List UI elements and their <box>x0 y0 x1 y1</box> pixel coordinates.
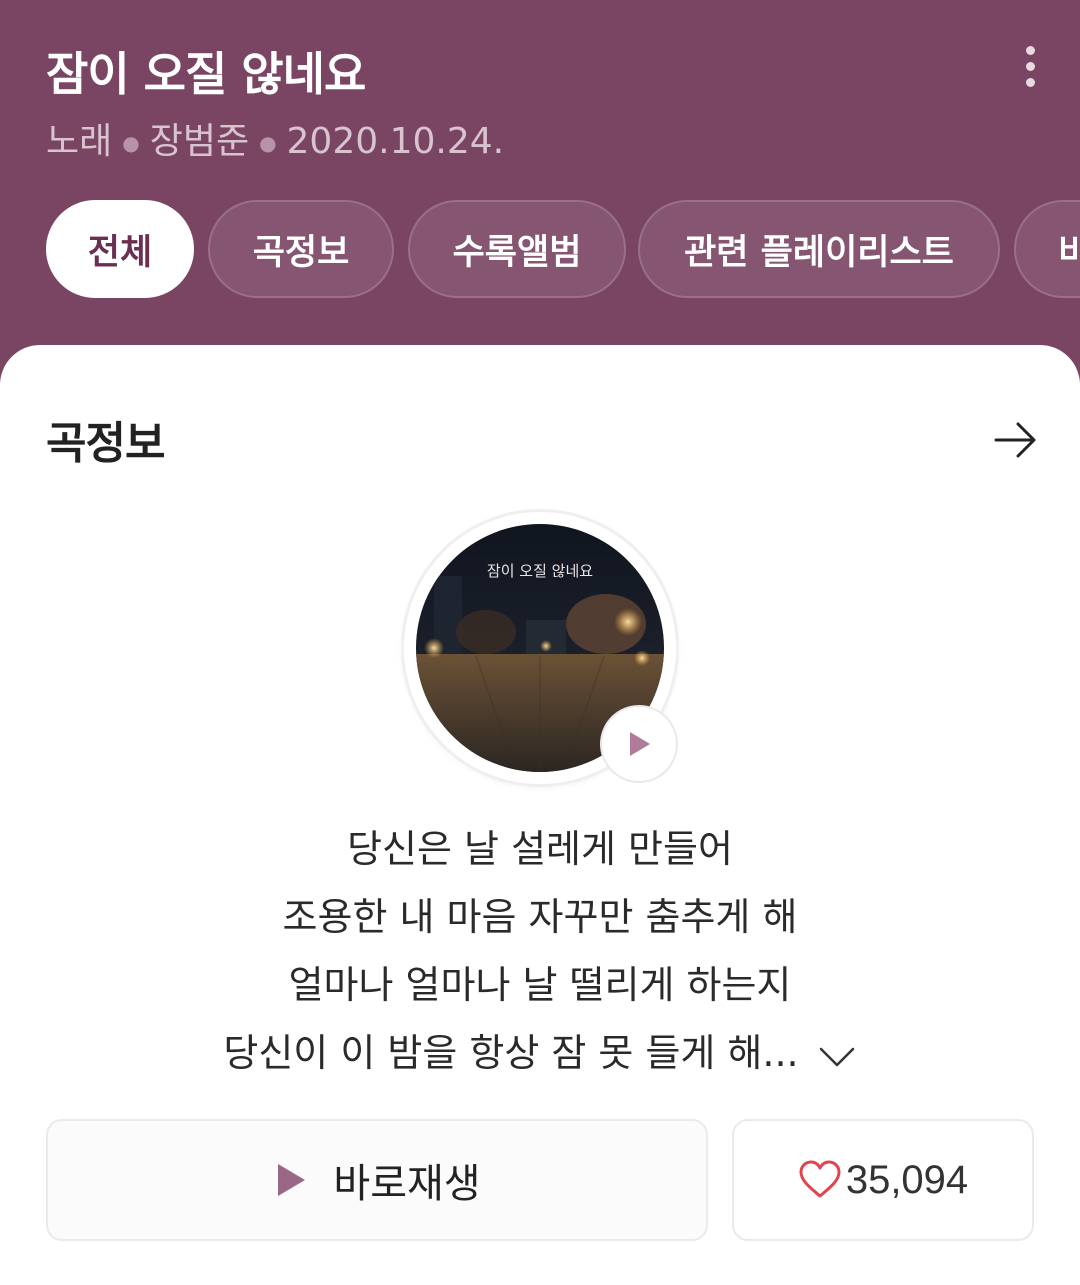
tab-related-playlist[interactable]: 관련 플레이리스트 <box>638 200 1000 298</box>
lyric-line: 당신은 날 설레게 만들어 <box>347 827 733 871</box>
song-header: 잠이 오질 않네요 노래 ● 장범준 ● 2020.10.24. 전체 곡정보 수록앨범… <box>0 0 1080 360</box>
tab-song-info[interactable]: 곡정보 <box>208 200 394 298</box>
like-button[interactable]: 35,094 <box>732 1119 1034 1241</box>
tab-all[interactable]: 전체 <box>46 200 194 298</box>
arrow-right-icon[interactable] <box>990 415 1040 465</box>
lyrics-preview: 당신은 날 설레게 만들어 조용한 내 마음 자꾸만 춤추게 해 얼마나 얼마나… <box>0 815 1080 1087</box>
heart-icon <box>799 1160 841 1198</box>
play-now-label: 바로재생 <box>333 1161 481 1207</box>
release-date: 2020.10.24. <box>286 121 505 162</box>
like-count: 35,094 <box>845 1157 969 1202</box>
song-title: 잠이 오질 않네요 <box>46 47 366 101</box>
play-icon[interactable] <box>600 705 678 783</box>
lyric-line: 당신이 이 밤을 항상 잠 못 들게 해... <box>223 1031 799 1075</box>
lyric-line: 얼마나 얼마나 날 떨리게 하는지 <box>288 963 792 1007</box>
play-now-button[interactable]: 바로재생 <box>46 1119 708 1241</box>
play-icon <box>278 1164 306 1196</box>
more-options-icon[interactable] <box>1012 42 1050 90</box>
tab-more[interactable]: 비 <box>1014 200 1080 298</box>
song-type: 노래 <box>46 121 113 162</box>
chevron-down-icon[interactable] <box>817 1022 857 1090</box>
separator-dot: ● <box>259 131 277 155</box>
artist-link[interactable]: 장범준 <box>150 121 249 162</box>
tab-album[interactable]: 수록앨범 <box>408 200 626 298</box>
separator-dot: ● <box>122 131 140 155</box>
lyric-line: 조용한 내 마음 자꾸만 춤추게 해 <box>282 895 798 939</box>
tab-bar: 전체 곡정보 수록앨범 관련 플레이리스트 비 <box>46 200 1080 298</box>
lyric-line-last: 당신이 이 밤을 항상 잠 못 들게 해... <box>0 1019 1080 1087</box>
album-cover-text: 잠이 오질 않네요 <box>486 562 594 580</box>
song-info-card: 곡정보 잠이 오질 않네요 당신은 날 설레게 만들어 조용한 내 마음 자꾸만… <box>0 345 1080 1285</box>
song-meta: 노래 ● 장범준 ● 2020.10.24. <box>46 112 504 164</box>
section-title: 곡정보 <box>46 418 165 469</box>
